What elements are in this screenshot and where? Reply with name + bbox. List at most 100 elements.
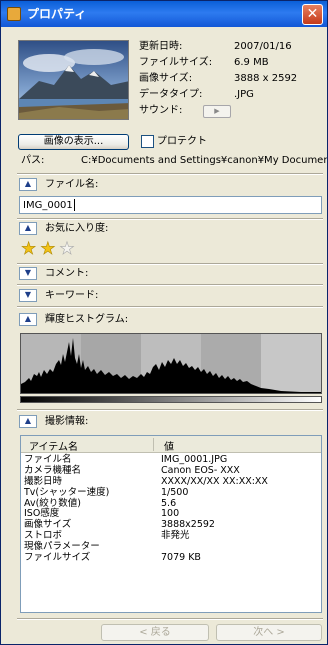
property-label: サウンド: — [139, 105, 183, 116]
keyword-section-label: キーワード: — [45, 290, 99, 301]
table-row[interactable] — [21, 574, 321, 585]
item-value-cell: 1/500 — [161, 486, 189, 498]
comment-section-label: コメント: — [45, 268, 89, 279]
property-label: データタイプ: — [139, 89, 203, 100]
item-name-cell: ファイル名 — [24, 454, 72, 465]
path-value: C:¥Documents and Settings¥canon¥My Docum… — [81, 155, 327, 166]
table-row[interactable]: カメラ機種名 Canon EOS- XXX — [21, 465, 321, 476]
show-image-button[interactable]: 画像の表示... — [18, 134, 129, 150]
play-sound-button[interactable]: ▶ — [203, 105, 231, 118]
property-label: 画像サイズ: — [139, 73, 193, 84]
property-row: ファイルサイズ: 6.9 MB — [139, 55, 319, 71]
divider — [17, 618, 323, 620]
property-label: ファイルサイズ: — [139, 57, 213, 68]
filename-section-header: ▲ ファイル名: — [19, 178, 98, 194]
chevron-up-icon: ▲ — [24, 314, 32, 323]
item-value-cell: XXXX/XX/XX XX:XX:XX — [161, 475, 268, 487]
filename-section-label: ファイル名: — [45, 179, 99, 190]
table-row[interactable] — [21, 563, 321, 574]
histogram-gradient-bar — [20, 396, 322, 403]
table-row[interactable]: 画像サイズ 3888x2592 — [21, 519, 321, 530]
histogram-section-label: 輝度ヒストグラム: — [45, 314, 129, 325]
thumbnail-image — [19, 41, 128, 119]
table-row[interactable]: Av(絞り数値) 5.6 — [21, 498, 321, 509]
table-row[interactable]: ファイル名 IMG_0001.JPG — [21, 454, 321, 465]
divider — [17, 218, 323, 220]
shooting-info-section-label: 撮影情報: — [45, 416, 89, 427]
filename-collapse-button[interactable]: ▲ — [19, 178, 37, 191]
window-title: プロパティ — [27, 7, 87, 21]
item-name-cell: Av(絞り数値) — [24, 497, 81, 509]
chevron-up-icon: ▲ — [24, 179, 32, 188]
item-name-cell: ファイルサイズ — [24, 552, 91, 564]
property-value: 2007/01/16 — [234, 41, 292, 52]
item-name-cell: 現像パラメーター — [24, 541, 100, 553]
table-row[interactable] — [21, 596, 321, 607]
filename-value: IMG_0001 — [23, 200, 73, 211]
shooting-info-collapse-button[interactable]: ▲ — [19, 415, 37, 428]
star-icon[interactable]: ★ — [40, 239, 56, 260]
file-properties: 更新日時: 2007/01/16 ファイルサイズ: 6.9 MB 画像サイズ: … — [139, 39, 319, 119]
histogram-section-header: ▲ 輝度ヒストグラム: — [19, 313, 128, 329]
column-header-item[interactable]: アイテム名 — [29, 438, 78, 453]
divider — [17, 173, 323, 175]
image-thumbnail — [18, 40, 129, 120]
close-button[interactable]: ✕ — [302, 4, 323, 25]
chevron-up-icon: ▲ — [24, 223, 32, 232]
shooting-info-section-header: ▲ 撮影情報: — [19, 415, 88, 431]
shooting-info-table[interactable]: アイテム名 値 ファイル名 IMG_0001.JPG カメラ機種名 Canon EOS… — [20, 435, 322, 613]
table-header: アイテム名 値 — [21, 436, 321, 453]
keyword-expand-button[interactable]: ▼ — [19, 289, 37, 302]
item-value-cell: 3888x2592 — [161, 519, 215, 531]
table-row[interactable]: 撮影日時 XXXX/XX/XX XX:XX:XX — [21, 476, 321, 487]
column-separator[interactable] — [153, 438, 154, 451]
divider — [17, 263, 323, 265]
property-row: 更新日時: 2007/01/16 — [139, 39, 319, 55]
star-icon[interactable]: ★ — [59, 239, 75, 260]
comment-expand-button[interactable]: ▼ — [19, 267, 37, 280]
item-value-cell: 5.6 — [161, 497, 177, 509]
path-label: パス: — [21, 155, 45, 166]
item-name-cell: ストロボ — [24, 530, 63, 542]
chevron-down-icon: ▼ — [24, 268, 32, 277]
item-value-cell: IMG_0001.JPG — [161, 454, 228, 465]
property-value: .JPG — [234, 89, 254, 100]
table-row[interactable]: ストロボ 非発光 — [21, 530, 321, 541]
item-name-cell: カメラ機種名 — [24, 464, 82, 476]
chevron-down-icon: ▼ — [24, 290, 32, 299]
table-row[interactable] — [21, 585, 321, 596]
prev-button[interactable]: < 戻る — [101, 624, 209, 641]
column-header-value[interactable]: 値 — [164, 438, 174, 453]
histogram-collapse-button[interactable]: ▲ — [19, 313, 37, 326]
path-row: パス: C:¥Documents and Settings¥canon¥My D… — [21, 154, 327, 168]
star-icon[interactable]: ★ — [21, 239, 37, 260]
next-button[interactable]: 次へ > — [216, 624, 322, 641]
rating-section-label: お気に入り度: — [45, 223, 109, 234]
protect-option[interactable]: プロテクト — [141, 135, 207, 149]
item-name-cell: 画像サイズ — [24, 519, 72, 531]
item-value-cell: Canon EOS- XXX — [161, 464, 240, 476]
properties-window: プロパティ ✕ 更新日時: 2007/01/16 ファイルサイズ: 6.9 MB… — [0, 0, 328, 645]
table-row[interactable]: ISO感度 100 — [21, 508, 321, 519]
table-row[interactable]: 現像パラメーター — [21, 541, 321, 552]
table-row[interactable]: Tv(シャッター速度) 1/500 — [21, 487, 321, 498]
filename-input[interactable]: IMG_0001 — [19, 196, 322, 214]
divider — [17, 409, 323, 411]
chevron-up-icon: ▲ — [24, 416, 32, 425]
title-bar: プロパティ ✕ — [1, 1, 327, 27]
item-name-cell: Tv(シャッター速度) — [24, 486, 110, 498]
rating-collapse-button[interactable]: ▲ — [19, 222, 37, 235]
rating-stars[interactable]: ★ ★ ★ — [21, 239, 75, 261]
property-row: サウンド: ▶ — [139, 103, 319, 119]
luminance-histogram — [20, 333, 322, 394]
text-cursor — [73, 199, 75, 211]
property-label: 更新日時: — [139, 41, 183, 52]
app-icon — [7, 7, 21, 21]
rating-section-header: ▲ お気に入り度: — [19, 222, 108, 238]
item-name-cell: 撮影日時 — [24, 475, 63, 487]
protect-checkbox[interactable] — [141, 135, 154, 148]
item-value-cell: 100 — [161, 508, 180, 520]
table-row[interactable]: ファイルサイズ 7079 KB — [21, 552, 321, 563]
item-value-cell: 非発光 — [161, 530, 190, 542]
keyword-section-header: ▼ キーワード: — [19, 289, 98, 305]
